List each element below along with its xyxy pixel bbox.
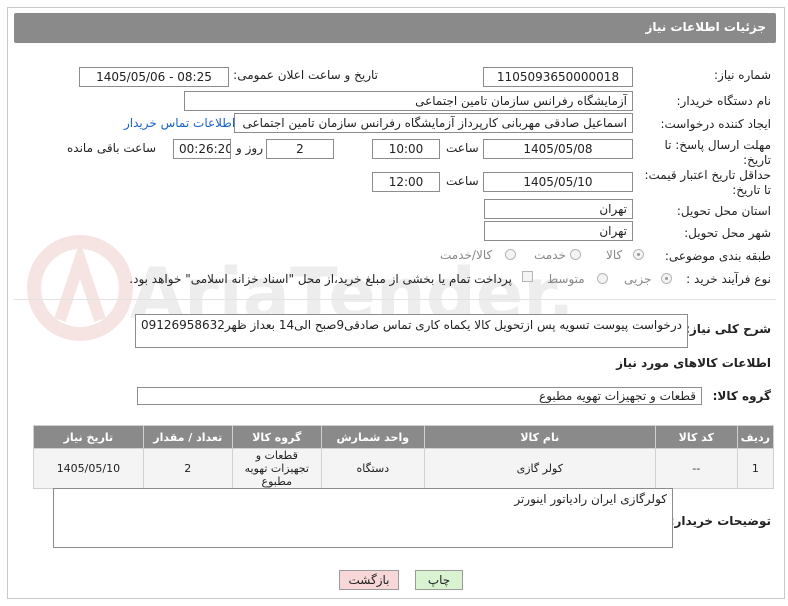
payment-note: پرداخت تمام یا بخشی از مبلغ خرید،از محل … [129, 272, 512, 286]
category-radio-goods[interactable] [633, 249, 644, 260]
divider [14, 299, 776, 300]
page-title: جزئیات اطلاعات نیاز [645, 20, 766, 34]
goods-group-field[interactable]: قطعات و تجهیزات تهویه مطبوع [137, 387, 702, 405]
cell-date: 1405/05/10 [33, 448, 144, 489]
process-radio-medium[interactable] [597, 273, 608, 284]
creator-label: ایجاد کننده درخواست: [660, 117, 771, 131]
category-option-both: کالا/خدمت [440, 248, 493, 262]
need-number-label: شماره نیاز: [714, 68, 771, 82]
cell-code: -- [654, 448, 738, 489]
deadline-date-field[interactable]: 1405/05/08 [483, 139, 633, 159]
payment-checkbox[interactable] [522, 271, 533, 282]
creator-field[interactable]: اسماعیل صادقی مهربانی کارپرداز آزمایشگاه… [234, 113, 633, 133]
city-field[interactable]: تهران [484, 221, 633, 241]
goods-section-title: اطلاعات کالاهای مورد نیاز [616, 356, 771, 370]
announce-datetime-field[interactable]: 1405/05/06 - 08:25 [79, 67, 229, 87]
city-label: شهر محل تحویل: [684, 226, 771, 240]
price-validity-time-field[interactable]: 12:00 [372, 172, 440, 192]
page-header: جزئیات اطلاعات نیاز [14, 13, 776, 43]
back-button[interactable]: بازگشت [339, 570, 399, 590]
cell-group: قطعات و تجهیزات تهویه مطبوع [231, 448, 322, 489]
cell-unit: دستگاه [320, 448, 425, 489]
table-row[interactable]: 1 -- کولر گازی دستگاه قطعات و تجهیزات ته… [33, 448, 775, 489]
col-header-qty: تعداد / مقدار [142, 425, 233, 449]
province-field[interactable]: تهران [484, 199, 633, 219]
col-header-unit: واحد شمارش [320, 425, 425, 449]
cell-name: کولر گازی [423, 448, 656, 489]
need-number-field[interactable]: 1105093650000018 [483, 67, 633, 87]
price-validity-date-field[interactable]: 1405/05/10 [483, 172, 633, 192]
deadline-time-label: ساعت [446, 141, 479, 155]
remaining-days-field[interactable]: 2 [266, 139, 334, 159]
goods-group-label: گروه کالا: [712, 389, 771, 403]
remaining-time-field[interactable]: 00:26:20 [173, 139, 231, 159]
goods-table: ردیف کد کالا نام کالا واحد شمارش گروه کا… [33, 425, 775, 489]
table-header-row: ردیف کد کالا نام کالا واحد شمارش گروه کا… [33, 425, 775, 449]
cell-qty: 2 [142, 448, 233, 489]
process-label: نوع فرآیند خرید : [686, 272, 771, 286]
col-header-date: تاریخ نیاز [33, 425, 144, 449]
price-validity-label: حداقل تاریخ اعتبار قیمت: تا تاریخ: [644, 168, 771, 197]
col-header-code: کد کالا [654, 425, 738, 449]
category-option-goods: کالا [606, 248, 623, 262]
category-option-service: خدمت [534, 248, 566, 262]
deadline-label: مهلت ارسال پاسخ: تا تاریخ: [664, 138, 771, 167]
category-label: طبقه بندی موضوعی: [664, 249, 771, 263]
process-option-medium: متوسط [547, 272, 585, 286]
buyer-org-field[interactable]: آزمایشگاه رفرانس سازمان تامین اجتماعی [184, 91, 633, 111]
buyer-notes-field[interactable]: کولرگازی ایران رادیاتور اینورتر [53, 488, 673, 548]
category-radio-service[interactable] [570, 249, 581, 260]
category-radio-both[interactable] [505, 249, 516, 260]
process-option-minor: جزیی [624, 272, 652, 286]
price-validity-time-label: ساعت [446, 174, 479, 188]
col-header-row-no: ردیف [736, 425, 775, 449]
print-button[interactable]: چاپ [415, 570, 463, 590]
announce-label: تاریخ و ساعت اعلان عمومی: [233, 68, 378, 82]
process-radio-minor[interactable] [661, 273, 672, 284]
description-label: شرح کلی نیاز: [685, 322, 771, 336]
col-header-group: گروه کالا [231, 425, 322, 449]
buyer-notes-label: توضیحات خریدار: [669, 514, 771, 528]
buyer-org-label: نام دستگاه خریدار: [676, 94, 772, 108]
buyer-contact-link[interactable]: اطلاعات تماس خریدار [124, 116, 235, 130]
province-label: استان محل تحویل: [676, 204, 771, 218]
col-header-name: نام کالا [423, 425, 656, 449]
deadline-time-field[interactable]: 10:00 [372, 139, 440, 159]
description-field[interactable]: درخواست پیوست تسویه پس ازتحویل کالا یکما… [135, 314, 688, 348]
remaining-label: ساعت باقی مانده [67, 141, 157, 155]
cell-row-no: 1 [736, 448, 775, 489]
days-label: روز و [236, 141, 263, 155]
